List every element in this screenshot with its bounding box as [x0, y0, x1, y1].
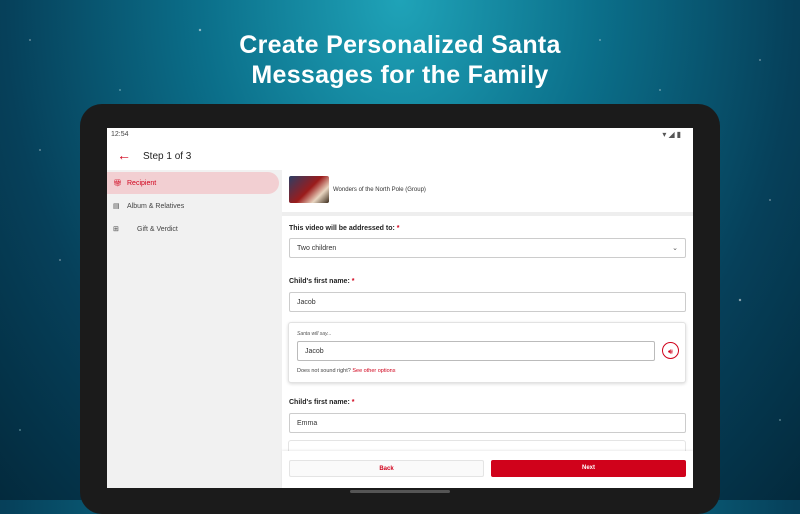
next-panel-edge	[288, 440, 686, 451]
sidebar-item-album[interactable]: ▤ Album & Relatives	[107, 195, 279, 217]
page-title: Step 1 of 3	[143, 151, 192, 162]
pronunciation-input[interactable]: Jacob	[297, 341, 655, 361]
video-title: Wonders of the North Pole (Group)	[333, 187, 426, 193]
required-mark: *	[396, 225, 400, 232]
sidebar-item-recipient[interactable]: 🎁︎ Recipient	[107, 172, 279, 194]
headline-line-1: Create Personalized Santa	[239, 31, 561, 59]
video-thumbnail	[289, 176, 329, 203]
app-bar: ← Step 1 of 3	[107, 142, 693, 170]
gift-verdict-icon: ⊞	[113, 226, 119, 233]
promo-headline: Create Personalized Santa Messages for t…	[0, 30, 800, 90]
app-screen: 12:54 ▾◢▮ ← Step 1 of 3 🎁︎ Recipient ▤ A…	[107, 128, 693, 488]
sidebar-item-label: Gift & Verdict	[137, 226, 178, 233]
addressed-label: This video will be addressed to: *	[289, 225, 400, 232]
addressed-label-text: This video will be addressed to:	[289, 225, 395, 232]
child1-label-text: Child's first name:	[289, 278, 350, 285]
recipient-count-value: Two children	[297, 245, 337, 252]
next-button[interactable]: Next	[491, 460, 686, 477]
gift-icon: 🎁︎	[113, 180, 122, 187]
child2-label-text: Child's first name:	[289, 399, 350, 406]
signal-icon: ◢	[668, 130, 677, 139]
santa-says-label: Santa will say...	[297, 331, 332, 337]
status-icons: ▾◢▮	[662, 130, 683, 139]
form-content: Wonders of the North Pole (Group) This v…	[282, 170, 693, 488]
play-audio-icon[interactable]: 🔊︎	[662, 342, 679, 359]
sound-note: Does not sound right? See other options	[297, 368, 395, 374]
pronunciation-value: Jacob	[305, 348, 324, 355]
bottom-action-bar: Back Next	[282, 451, 693, 488]
back-arrow-icon[interactable]: ←	[117, 148, 131, 162]
sidebar-item-label: Album & Relatives	[127, 203, 185, 210]
status-time: 12:54	[111, 131, 129, 138]
child1-label: Child's first name: *	[289, 278, 354, 285]
recipient-count-select[interactable]: Two children ⌄	[289, 238, 686, 258]
sidebar-item-gift-verdict[interactable]: ⊞ Gift & Verdict	[107, 218, 279, 240]
steps-sidebar: 🎁︎ Recipient ▤ Album & Relatives ⊞ Gift …	[107, 170, 282, 488]
child2-name-input[interactable]: Emma	[289, 413, 686, 433]
required-mark: *	[351, 278, 355, 285]
see-other-options-link[interactable]: See other options	[352, 368, 395, 374]
status-bar: 12:54 ▾◢▮	[107, 128, 693, 142]
required-mark: *	[351, 399, 355, 406]
child2-name-value: Emma	[297, 420, 318, 427]
video-card: Wonders of the North Pole (Group)	[282, 170, 693, 216]
back-button[interactable]: Back	[289, 460, 484, 477]
home-indicator	[350, 490, 450, 493]
album-icon: ▤	[113, 203, 120, 210]
child1-name-input[interactable]: Jacob	[289, 292, 686, 312]
child1-name-value: Jacob	[297, 299, 316, 306]
child2-label: Child's first name: *	[289, 399, 354, 406]
sound-note-text: Does not sound right?	[297, 368, 351, 374]
chevron-down-icon: ⌄	[672, 245, 678, 252]
santa-pronunciation-panel: Santa will say... Jacob 🔊︎ Does not soun…	[288, 322, 686, 383]
sidebar-item-label: Recipient	[127, 180, 157, 187]
battery-icon: ▮	[676, 130, 683, 139]
headline-line-2: Messages for the Family	[251, 61, 549, 89]
